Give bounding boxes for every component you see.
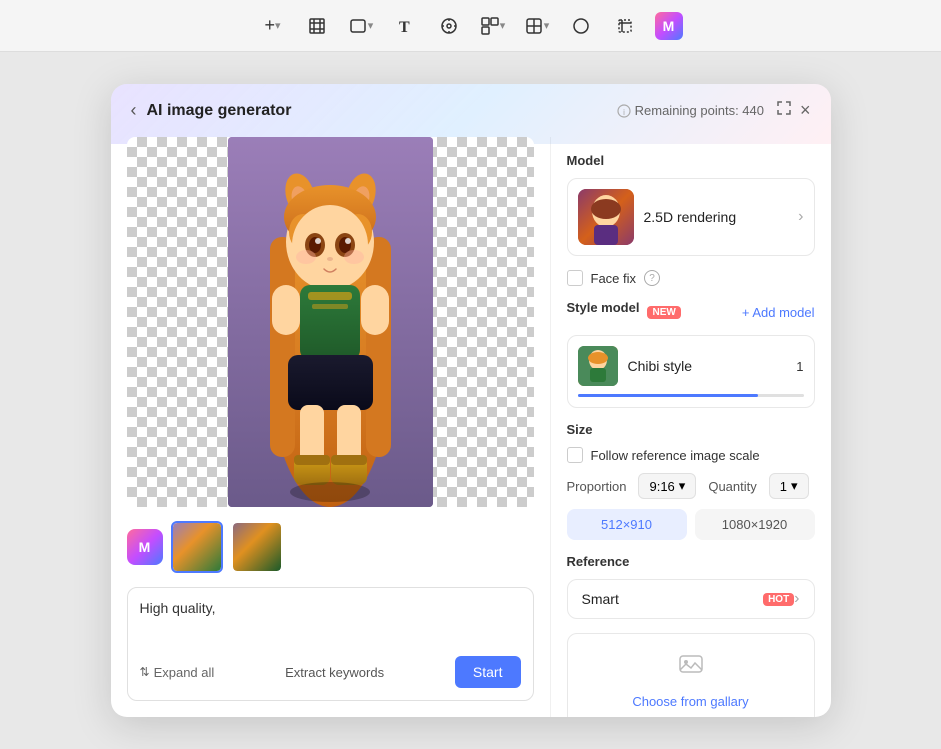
style-model-label: Style model [567, 300, 640, 315]
new-badge: NEW [647, 306, 680, 319]
points-display: i Remaining points: 440 [617, 103, 764, 118]
style-model-header: Style model NEW + Add model [567, 300, 815, 325]
size-label: Size [567, 422, 815, 437]
thumb-2[interactable] [231, 521, 283, 573]
svg-text:i: i [623, 108, 625, 117]
upload-icon [584, 650, 798, 685]
left-panel: M High quality, ⇅ Expand all [111, 137, 551, 717]
prompt-box[interactable]: High quality, ⇅ Expand all Extract keywo… [127, 587, 534, 701]
reference-card[interactable]: Smart HOT › [567, 579, 815, 619]
add-icon[interactable]: +▾ [259, 12, 287, 40]
start-button[interactable]: Start [455, 656, 521, 688]
style-slider-track[interactable] [578, 394, 804, 397]
dialog-title: AI image generator [147, 102, 617, 120]
frame-icon[interactable] [303, 12, 331, 40]
prompt-actions: ⇅ Expand all Extract keywords Start [140, 656, 521, 688]
style-slider-fill [578, 394, 759, 397]
thumb-1-preview [173, 523, 221, 571]
model-thumbnail [578, 189, 634, 245]
ai-dialog: ‹ AI image generator i Remaining points:… [111, 84, 831, 717]
upload-area: Choose from gallary or Upload local imag… [567, 633, 815, 717]
quantity-label: Quantity [708, 479, 756, 494]
quantity-dropdown[interactable]: 1 ▾ [769, 473, 809, 499]
res-1080-button[interactable]: 1080×1920 [695, 509, 815, 540]
face-fix-label: Face fix [591, 271, 637, 286]
follow-ref-row: Follow reference image scale [567, 447, 815, 463]
text-icon[interactable]: T [391, 12, 419, 40]
chibi-svg [228, 137, 433, 507]
style-thumb-image [578, 346, 618, 386]
svg-text:T: T [399, 19, 410, 36]
model-arrow-icon: › [798, 208, 803, 226]
proportion-label: Proportion [567, 479, 627, 494]
generated-image [228, 137, 433, 507]
style-card-top: Chibi style 1 [578, 346, 804, 386]
help-icon[interactable]: ? [644, 270, 660, 286]
reference-label: Reference [567, 554, 815, 569]
proportion-row: Proportion 9:16 ▾ Quantity 1 ▾ [567, 473, 815, 499]
canvas-area: ‹ AI image generator i Remaining points:… [0, 52, 941, 749]
resolution-buttons: 512×910 1080×1920 [567, 509, 815, 540]
toolbar: +▾ ▾ T ▾ ▾ M [0, 0, 941, 52]
hot-badge: HOT [763, 593, 794, 606]
follow-ref-checkbox[interactable] [567, 447, 583, 463]
expand-all-button[interactable]: ⇅ Expand all [140, 665, 215, 680]
upload-gallery-link[interactable]: Choose from gallary [584, 693, 798, 711]
thumb-2-preview [233, 523, 281, 571]
style-card: Chibi style 1 [567, 335, 815, 408]
brand-icon[interactable]: M [655, 12, 683, 40]
reference-section: Reference Smart HOT › [567, 554, 815, 619]
ai-thumb-icon[interactable]: M [127, 529, 163, 565]
prompt-text[interactable]: High quality, [140, 600, 521, 648]
info-icon: i [617, 104, 631, 118]
back-button[interactable]: ‹ [131, 100, 137, 121]
model-name: 2.5D rendering [644, 209, 789, 225]
grid-icon[interactable]: ▾ [523, 12, 551, 40]
expand-button[interactable] [776, 100, 792, 121]
upload-or-text: or [584, 715, 798, 717]
close-button[interactable]: × [800, 100, 811, 121]
face-fix-row: Face fix ? [567, 270, 815, 286]
add-model-button[interactable]: + Add model [742, 305, 815, 320]
extract-keywords-button[interactable]: Extract keywords [277, 661, 392, 684]
pen-icon[interactable] [435, 12, 463, 40]
model-section-label: Model [567, 153, 815, 168]
model-card[interactable]: 2.5D rendering › [567, 178, 815, 256]
thumb-1[interactable] [171, 521, 223, 573]
style-name: Chibi style [628, 358, 787, 374]
follow-ref-label: Follow reference image scale [591, 448, 760, 463]
style-slider-value: 1 [796, 359, 803, 374]
right-panel: Model [551, 137, 831, 717]
thumbnail-row: M [127, 517, 534, 577]
crop-icon[interactable] [611, 12, 639, 40]
model-thumb-image [578, 189, 634, 245]
smart-label: Smart [582, 591, 758, 607]
image-preview [127, 137, 534, 507]
res-512-button[interactable]: 512×910 [567, 509, 687, 540]
proportion-dropdown[interactable]: 9:16 ▾ [638, 473, 696, 499]
style-thumbnail [578, 346, 618, 386]
dialog-header: ‹ AI image generator i Remaining points:… [111, 84, 831, 137]
size-section: Size Follow reference image scale Propor… [567, 422, 815, 540]
dialog-body: M High quality, ⇅ Expand all [111, 137, 831, 717]
circle-icon[interactable] [567, 12, 595, 40]
face-fix-checkbox[interactable] [567, 270, 583, 286]
reference-arrow-icon: › [794, 590, 799, 608]
image-upload-icon [677, 650, 705, 678]
shape-icon[interactable]: ▾ [479, 12, 507, 40]
rect-icon[interactable]: ▾ [347, 12, 375, 40]
